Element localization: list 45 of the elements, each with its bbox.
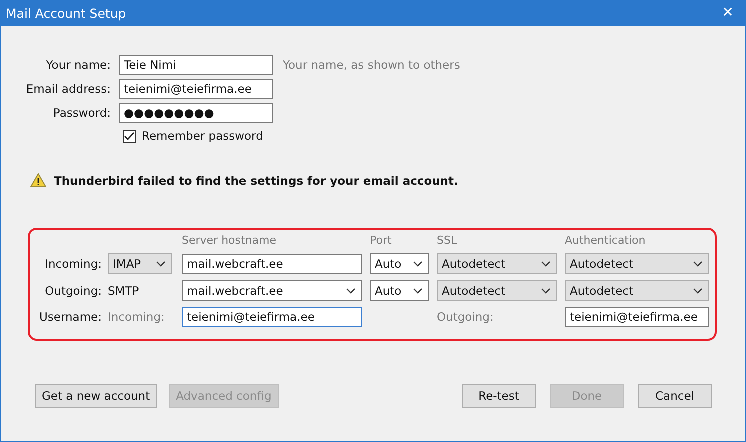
- row-label: Incoming:: [44, 256, 103, 270]
- text-field[interactable]: Teie Nimi: [119, 55, 273, 75]
- combo-box[interactable]: Auto: [370, 280, 429, 301]
- caret-icon: [541, 288, 551, 294]
- column-header: Authentication: [565, 234, 647, 247]
- field-label: Email address:: [25, 82, 111, 96]
- close-button[interactable]: ✕: [711, 0, 745, 26]
- column-header: Port: [370, 234, 393, 247]
- incoming-label: Incoming:: [108, 310, 166, 324]
- caret-icon: [541, 260, 551, 266]
- outgoing-label: Outgoing:: [437, 310, 495, 324]
- combo-box[interactable]: mail.webcraft.ee: [182, 280, 362, 301]
- field-label: Your name:: [45, 58, 111, 72]
- dialog-button[interactable]: Cancel: [638, 384, 712, 408]
- combo-box[interactable]: Auto: [370, 253, 429, 274]
- protocol-text: SMTP: [108, 284, 140, 298]
- caret-icon: [413, 260, 423, 266]
- caret-icon: [413, 288, 423, 294]
- field-label: Password:: [52, 106, 111, 120]
- caret-icon: [346, 288, 356, 294]
- dropdown[interactable]: Autodetect: [565, 253, 709, 274]
- window-title: Mail Account Setup: [5, 6, 126, 20]
- dropdown[interactable]: Autodetect: [565, 280, 709, 301]
- column-header: Server hostname: [182, 234, 278, 247]
- text-field[interactable]: teienimi@teiefirma.ee: [119, 79, 273, 99]
- text-field[interactable]: ●●●●●●●●●: [119, 103, 273, 123]
- caret-icon: [156, 260, 166, 266]
- hostname-field[interactable]: mail.webcraft.ee: [182, 254, 362, 274]
- caret-icon: [693, 288, 703, 294]
- checkbox[interactable]: [123, 130, 136, 142]
- dropdown[interactable]: IMAP: [108, 253, 172, 274]
- row-label: Outgoing:: [44, 284, 103, 298]
- dropdown[interactable]: Autodetect: [437, 253, 557, 274]
- warning-message: Thunderbird failed to find the settings for your email account.: [54, 174, 458, 188]
- dialog-button[interactable]: Get a new account: [35, 384, 158, 408]
- warning-icon: [30, 173, 47, 188]
- column-header: SSL: [437, 234, 458, 247]
- incoming-username-field[interactable]: teienimi@teiefirma.ee: [182, 307, 362, 327]
- caret-icon: [693, 260, 703, 266]
- row-label: Username:: [38, 310, 103, 324]
- field-hint: Your name, as shown to others: [283, 58, 460, 72]
- remember-checkbox[interactable]: Remember password: [119, 129, 273, 143]
- dropdown[interactable]: Autodetect: [437, 280, 557, 301]
- outgoing-username-field[interactable]: teienimi@teiefirma.ee: [565, 307, 709, 327]
- dialog-button[interactable]: Re-test: [462, 384, 536, 408]
